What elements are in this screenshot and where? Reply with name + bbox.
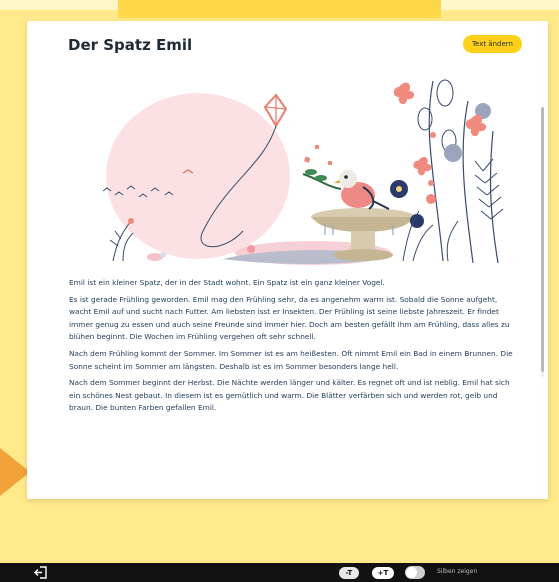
syllables-toggle-label: Silben zeigen [437,568,478,575]
sparrow-illustration [102,79,504,265]
toggle-knob [406,567,417,578]
exit-icon[interactable] [34,566,48,579]
bottom-toolbar: -T +T Silben zeigen [0,563,559,582]
story-paragraph: Emil ist ein kleiner Spatz, der in der S… [69,278,385,287]
font-smaller-button[interactable]: -T [339,567,359,579]
story-title: Der Spatz Emil [68,36,193,54]
font-larger-button[interactable]: +T [372,567,394,579]
top-band [118,0,441,18]
story-paragraph: Nach dem Frühling kommt der Sommer. Im S… [69,348,513,371]
scrollbar-thumb[interactable] [541,107,544,372]
story-paragraph: Nach dem Sommer beginnt der Herbst. Die … [69,378,510,413]
change-text-button[interactable]: Text ändern [462,35,522,53]
story-card: Der Spatz Emil Text ändern Emil ist ein … [27,21,548,499]
syllables-toggle[interactable] [405,566,425,579]
story-paragraph: Es ist gerade Frühling geworden. Emil ma… [69,294,510,342]
story-text: Emil ist ein kleiner Spatz, der in der S… [69,277,517,419]
